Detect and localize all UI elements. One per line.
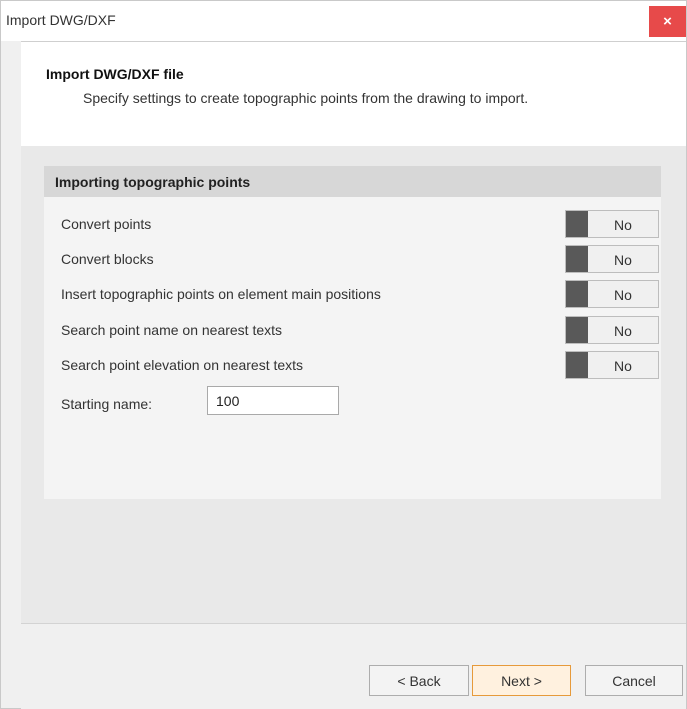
- option-row-search-point-elevation: Search point elevation on nearest texts …: [44, 351, 661, 381]
- search-point-name-toggle[interactable]: No: [565, 316, 659, 344]
- option-label: Search point name on nearest texts: [61, 322, 283, 338]
- header-description: Specify settings to create topographic p…: [83, 90, 529, 106]
- option-row-insert-main-positions: Insert topographic points on element mai…: [44, 280, 661, 310]
- toggle-knob: [566, 211, 588, 237]
- window-title: Import DWG/DXF: [6, 12, 116, 28]
- toggle-value: No: [614, 217, 632, 233]
- close-icon[interactable]: ×: [649, 6, 686, 37]
- title-bar: Import DWG/DXF ×: [1, 1, 686, 41]
- option-label: Convert blocks: [61, 251, 154, 267]
- toggle-value: No: [614, 252, 632, 268]
- search-point-elevation-toggle[interactable]: No: [565, 351, 659, 379]
- option-row-search-point-name: Search point name on nearest texts No: [44, 316, 661, 346]
- content-area: Importing topographic points Convert poi…: [21, 146, 686, 623]
- section-title: Importing topographic points: [55, 174, 251, 190]
- option-row-convert-blocks: Convert blocks No: [44, 245, 661, 275]
- wizard-footer: < Back Next > Cancel: [21, 623, 686, 709]
- starting-name-label: Starting name:: [61, 396, 153, 412]
- settings-panel: Importing topographic points Convert poi…: [44, 166, 661, 499]
- import-dialog: Import DWG/DXF × Import DWG/DXF file Spe…: [0, 0, 687, 709]
- wizard-header: Import DWG/DXF file Specify settings to …: [21, 41, 686, 147]
- header-title: Import DWG/DXF file: [46, 66, 184, 82]
- toggle-value: No: [614, 323, 632, 339]
- option-label: Search point elevation on nearest texts: [61, 357, 304, 373]
- option-row-convert-points: Convert points No: [44, 210, 661, 240]
- toggle-value: No: [614, 358, 632, 374]
- toggle-knob: [566, 352, 588, 378]
- toggle-knob: [566, 317, 588, 343]
- toggle-knob: [566, 246, 588, 272]
- option-label: Insert topographic points on element mai…: [61, 286, 381, 302]
- starting-name-input[interactable]: [207, 386, 339, 415]
- section-header: Importing topographic points: [44, 166, 661, 197]
- option-label: Convert points: [61, 216, 152, 232]
- next-button[interactable]: Next >: [472, 665, 571, 696]
- toggle-value: No: [614, 287, 632, 303]
- convert-points-toggle[interactable]: No: [565, 210, 659, 238]
- back-button[interactable]: < Back: [369, 665, 469, 696]
- convert-blocks-toggle[interactable]: No: [565, 245, 659, 273]
- insert-main-positions-toggle[interactable]: No: [565, 280, 659, 308]
- toggle-knob: [566, 281, 588, 307]
- cancel-button[interactable]: Cancel: [585, 665, 683, 696]
